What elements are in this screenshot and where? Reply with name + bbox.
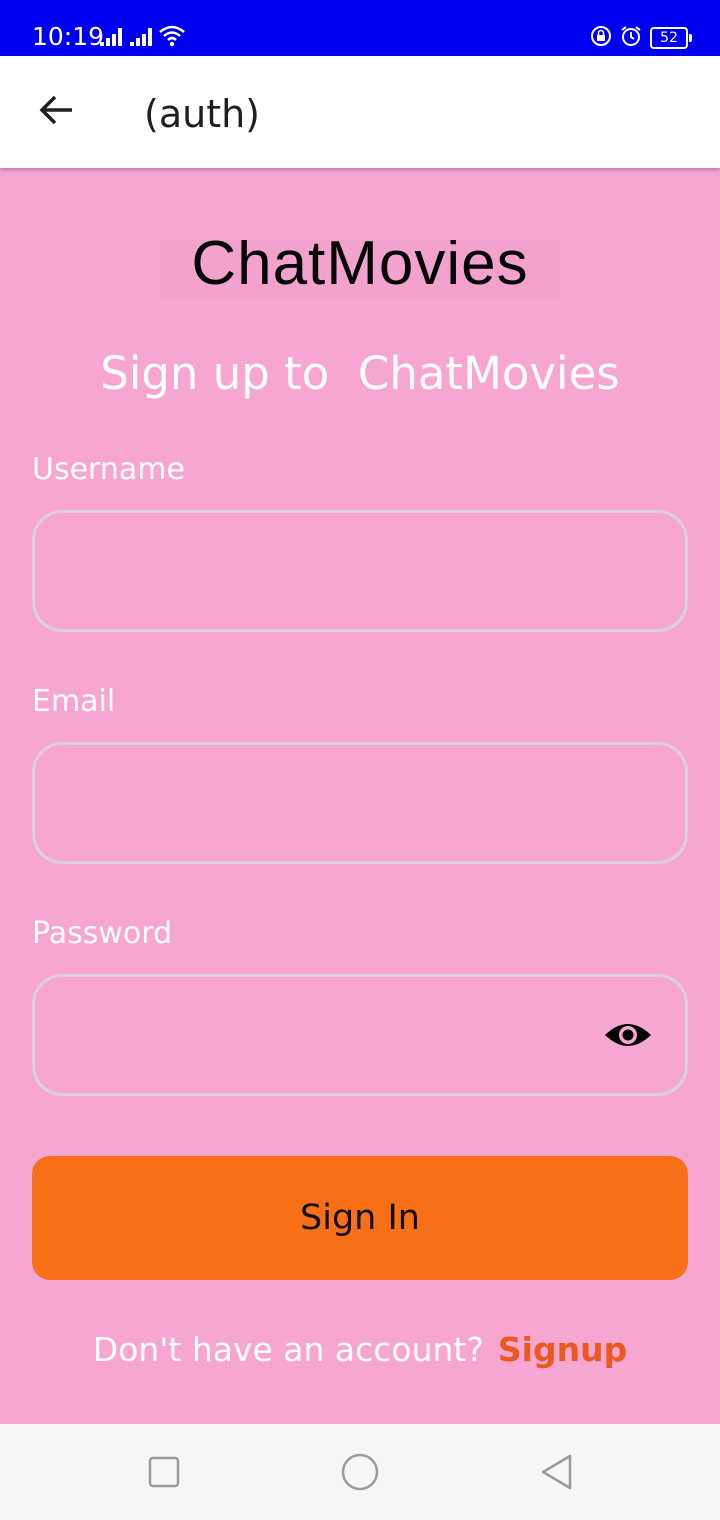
password-visibility-toggle[interactable] (601, 1017, 655, 1057)
back-button[interactable] (30, 86, 82, 138)
arrow-left-icon (38, 94, 74, 131)
signup-link[interactable]: Signup (498, 1330, 627, 1369)
username-label: Username (32, 452, 185, 487)
status-time: 10:19 (32, 22, 105, 51)
app-bar: (auth) (0, 56, 720, 168)
username-field[interactable] (32, 510, 688, 632)
triangle-back-icon (538, 1453, 574, 1496)
signal-icon-2 (130, 26, 156, 46)
signup-prompt-row: Don't have an account? Signup (0, 1326, 720, 1374)
sign-in-label: Sign In (300, 1198, 420, 1238)
email-field[interactable] (32, 742, 688, 864)
signup-headline: Sign up to ChatMovies (100, 347, 620, 400)
alarm-icon (620, 25, 642, 52)
sign-in-button[interactable]: Sign In (32, 1156, 688, 1280)
email-label: Email (32, 684, 116, 719)
signup-screen: ChatMovies Sign up to ChatMovies Usernam… (0, 168, 720, 1424)
password-label: Password (32, 916, 173, 951)
lock-rotation-icon (590, 25, 612, 52)
wifi-icon (158, 24, 186, 48)
system-nav-bar (0, 1424, 720, 1520)
status-bar: 10:19 52 (0, 0, 720, 56)
page-title: (auth) (144, 92, 261, 136)
circle-icon (340, 1452, 380, 1497)
app-logo: ChatMovies (160, 240, 560, 300)
back-nav-button[interactable] (534, 1452, 578, 1496)
password-field[interactable] (32, 974, 688, 1096)
logo-text: ChatMovies (191, 240, 529, 298)
home-button[interactable] (338, 1452, 382, 1496)
signal-icon (100, 26, 126, 46)
square-icon (148, 1456, 180, 1493)
status-icons: 52 (590, 25, 692, 52)
battery-icon: 52 (650, 27, 692, 49)
account-prompt: Don't have an account? (92, 1330, 484, 1369)
recents-button[interactable] (142, 1452, 186, 1496)
eye-icon (603, 1019, 653, 1056)
